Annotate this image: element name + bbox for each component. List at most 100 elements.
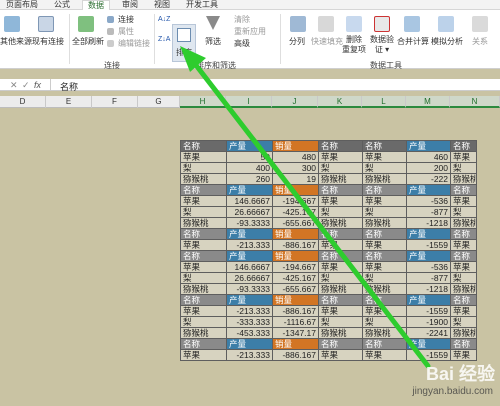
text-to-columns-button[interactable]: 分列 <box>284 36 310 47</box>
table-cell[interactable]: 苹果 <box>450 151 477 163</box>
tab-data[interactable]: 数据 <box>82 0 110 10</box>
column-header[interactable]: I <box>226 96 272 108</box>
table-cell[interactable]: -213.333 <box>226 239 273 251</box>
table-cell[interactable]: 猕猴桃 <box>318 173 363 185</box>
table-cell[interactable]: 产量 <box>226 140 273 152</box>
table-cell[interactable]: -93.3333 <box>226 283 273 295</box>
table-cell[interactable]: -194.667 <box>272 195 319 207</box>
table-cell[interactable]: 260 <box>226 173 273 185</box>
get-external-button[interactable]: 其他来源 <box>0 36 32 47</box>
table-cell[interactable]: 名称 <box>318 228 363 240</box>
table-cell[interactable]: 猕猴桃 <box>362 173 407 185</box>
table-cell[interactable]: 销量 <box>272 250 319 262</box>
table-cell[interactable]: 苹果 <box>180 305 227 317</box>
table-cell[interactable]: 苹果 <box>318 151 363 163</box>
table-cell[interactable]: 销量 <box>272 338 319 350</box>
table-cell[interactable]: 产量 <box>226 228 273 240</box>
table-cell[interactable]: 苹果 <box>362 151 407 163</box>
table-cell[interactable]: 50 <box>226 151 273 163</box>
table-cell[interactable]: -213.333 <box>226 305 273 317</box>
column-header[interactable]: F <box>92 96 138 108</box>
table-cell[interactable]: 产量 <box>406 184 451 196</box>
table-cell[interactable]: 猕猴桃 <box>180 217 227 229</box>
connections-button[interactable]: 连接 <box>118 14 134 25</box>
filter-button[interactable]: 筛选 <box>202 36 224 47</box>
table-cell[interactable]: 猕猴桃 <box>450 217 477 229</box>
table-cell[interactable]: 名称 <box>318 338 363 350</box>
column-header[interactable]: K <box>318 96 362 108</box>
formula-input[interactable]: 名称 <box>60 80 78 93</box>
table-cell[interactable]: -877 <box>406 206 451 218</box>
relationships-button[interactable]: 关系 <box>466 36 494 47</box>
tab-formulas[interactable]: 公式 <box>54 0 70 10</box>
table-cell[interactable]: -1218 <box>406 217 451 229</box>
existing-connections-button[interactable]: 现有连接 <box>30 36 66 47</box>
table-cell[interactable]: 名称 <box>362 250 407 262</box>
table-cell[interactable]: 产量 <box>226 294 273 306</box>
column-header[interactable]: H <box>180 96 226 108</box>
table-cell[interactable]: 名称 <box>450 294 477 306</box>
table-cell[interactable]: 销量 <box>272 228 319 240</box>
table-cell[interactable]: 苹果 <box>318 305 363 317</box>
flash-fill-button[interactable]: 快速填充 <box>310 36 344 47</box>
table-cell[interactable]: -1559 <box>406 305 451 317</box>
table-cell[interactable]: -1347.17 <box>272 327 319 339</box>
table-cell[interactable]: 苹果 <box>318 349 363 361</box>
cancel-icon[interactable]: ✕ <box>10 80 18 91</box>
table-cell[interactable]: 产量 <box>406 338 451 350</box>
table-cell[interactable]: 名称 <box>180 140 227 152</box>
advanced-button[interactable]: 高级 <box>234 38 250 49</box>
table-cell[interactable]: 梨 <box>362 162 407 174</box>
column-header[interactable]: J <box>272 96 318 108</box>
table-cell[interactable]: 梨 <box>318 206 363 218</box>
table-cell[interactable]: -1900 <box>406 316 451 328</box>
table-cell[interactable]: -877 <box>406 272 451 284</box>
table-cell[interactable]: 苹果 <box>450 195 477 207</box>
table-cell[interactable]: 400 <box>226 162 273 174</box>
table-cell[interactable]: -222 <box>406 173 451 185</box>
table-cell[interactable]: -536 <box>406 195 451 207</box>
tab-developer[interactable]: 开发工具 <box>186 0 218 10</box>
table-cell[interactable]: 名称 <box>180 184 227 196</box>
tab-page-layout[interactable]: 页面布局 <box>6 0 38 10</box>
table-cell[interactable]: 产量 <box>406 228 451 240</box>
table-cell[interactable]: 猕猴桃 <box>450 327 477 339</box>
refresh-all-button[interactable]: 全部刷新 <box>72 36 104 47</box>
table-cell[interactable]: 苹果 <box>450 305 477 317</box>
table-cell[interactable]: 销量 <box>272 184 319 196</box>
table-cell[interactable]: -1559 <box>406 349 451 361</box>
table-cell[interactable]: 名称 <box>362 338 407 350</box>
table-cell[interactable]: 梨 <box>180 162 227 174</box>
table-cell[interactable]: 146.6667 <box>226 195 273 207</box>
consolidate-button[interactable]: 合并计算 <box>396 36 430 47</box>
table-cell[interactable]: 猕猴桃 <box>318 283 363 295</box>
table-cell[interactable]: 苹果 <box>450 349 477 361</box>
table-cell[interactable]: -886.167 <box>272 305 319 317</box>
table-cell[interactable]: 200 <box>406 162 451 174</box>
what-if-button[interactable]: 模拟分析 <box>430 36 464 47</box>
insert-function-icon[interactable]: fx <box>34 80 41 90</box>
table-cell[interactable]: 梨 <box>362 272 407 284</box>
table-cell[interactable]: 苹果 <box>362 305 407 317</box>
table-cell[interactable]: 苹果 <box>180 239 227 251</box>
table-cell[interactable]: -886.167 <box>272 239 319 251</box>
table-cell[interactable]: 苹果 <box>318 239 363 251</box>
table-cell[interactable]: 苹果 <box>180 349 227 361</box>
table-cell[interactable]: 产量 <box>226 184 273 196</box>
table-cell[interactable]: 猕猴桃 <box>362 327 407 339</box>
table-cell[interactable]: 梨 <box>180 272 227 284</box>
column-header[interactable]: L <box>362 96 406 108</box>
table-cell[interactable]: 名称 <box>318 140 363 152</box>
column-header[interactable]: D <box>0 96 46 108</box>
table-cell[interactable]: 苹果 <box>362 195 407 207</box>
table-cell[interactable]: 26.66667 <box>226 206 273 218</box>
table-cell[interactable]: 梨 <box>318 162 363 174</box>
table-cell[interactable]: 猕猴桃 <box>318 217 363 229</box>
table-cell[interactable]: 名称 <box>450 250 477 262</box>
table-cell[interactable]: 460 <box>406 151 451 163</box>
table-cell[interactable]: -655.667 <box>272 283 319 295</box>
table-cell[interactable]: 苹果 <box>362 239 407 251</box>
table-cell[interactable]: 梨 <box>180 316 227 328</box>
table-cell[interactable]: 猕猴桃 <box>180 173 227 185</box>
table-cell[interactable]: 梨 <box>450 272 477 284</box>
